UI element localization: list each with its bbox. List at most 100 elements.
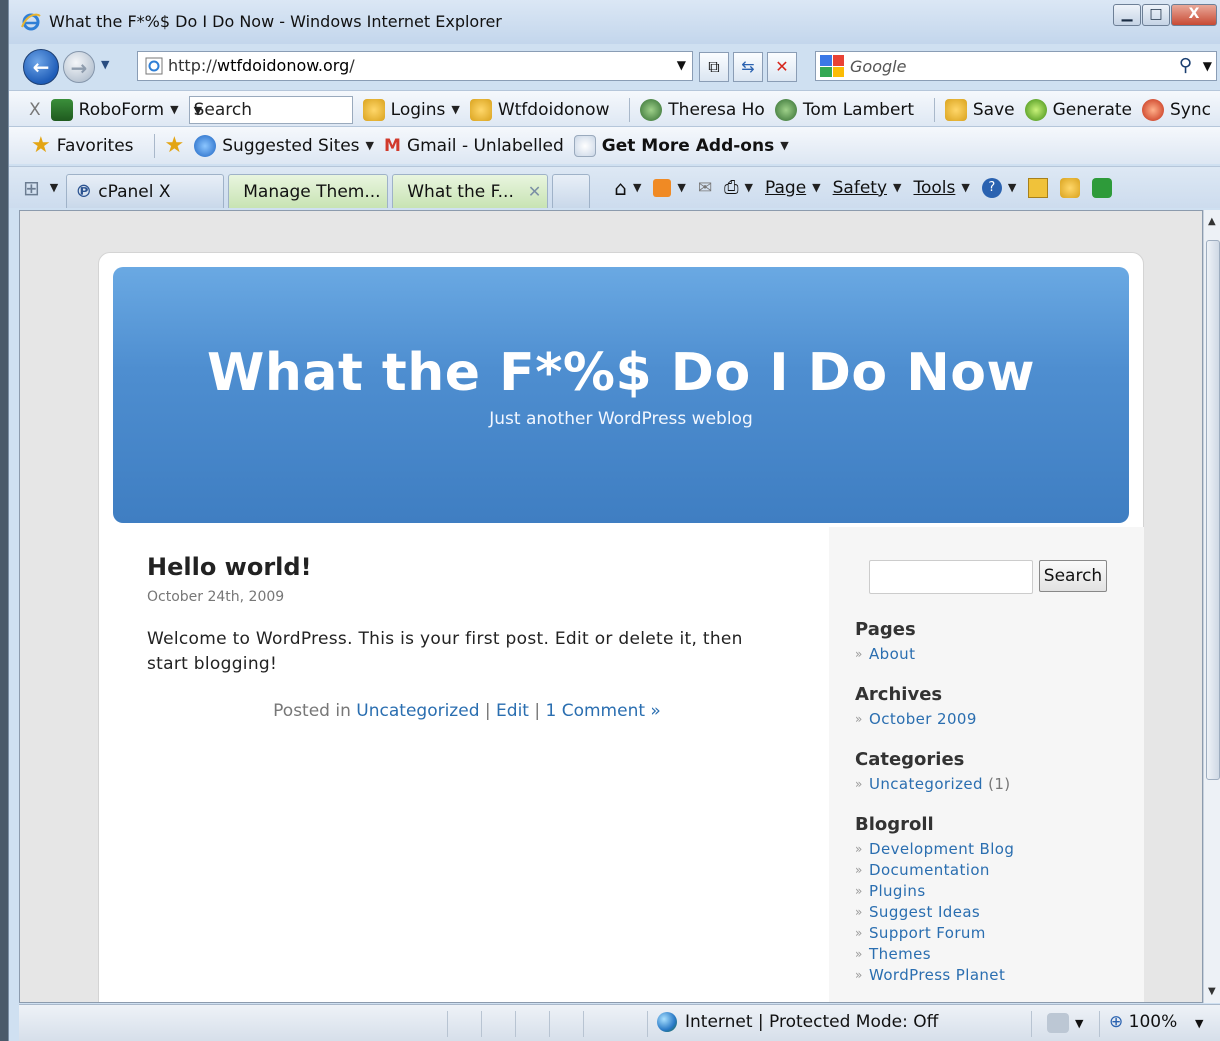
save-button[interactable]: Save bbox=[944, 98, 1015, 121]
tab-manage-themes[interactable]: Manage Them... bbox=[228, 174, 389, 208]
back-button[interactable]: ← bbox=[23, 49, 59, 85]
stop-button[interactable]: ✕ bbox=[767, 52, 797, 82]
zoom-dropdown-icon[interactable]: ▼ bbox=[1195, 1017, 1203, 1030]
research-button[interactable] bbox=[1028, 177, 1049, 198]
tab-list-dropdown-icon[interactable]: ▼ bbox=[50, 181, 58, 194]
close-tab-icon[interactable]: ✕ bbox=[528, 182, 541, 201]
security-zone[interactable]: Internet | Protected Mode: Off bbox=[657, 1012, 938, 1032]
search-icon[interactable]: ⚲ bbox=[1179, 55, 1192, 76]
get-more-addons-link[interactable]: Get More Add-ons ▼ bbox=[573, 134, 789, 157]
identity-tom-lambert[interactable]: Tom Lambert bbox=[774, 98, 914, 121]
sidebar: Search Pages About Archives October 2009… bbox=[829, 527, 1144, 1002]
ie-logo-icon bbox=[21, 13, 41, 31]
recent-pages-dropdown-icon[interactable]: ▼ bbox=[101, 58, 109, 71]
sidebar-search-button[interactable]: Search bbox=[1039, 560, 1107, 592]
logins-menu[interactable]: Logins ▼ bbox=[362, 98, 460, 121]
blogroll-link[interactable]: Documentation bbox=[855, 860, 1135, 881]
roboform-search-field[interactable]: Search ▼ bbox=[188, 95, 353, 124]
category-link-uncategorized[interactable]: Uncategorized bbox=[869, 775, 983, 793]
maximize-icon: □ bbox=[1149, 6, 1163, 22]
tab-cpanel[interactable]: ℗ cPanel X bbox=[66, 174, 225, 208]
generate-button[interactable]: Generate bbox=[1024, 98, 1132, 121]
maximize-button[interactable]: □ bbox=[1142, 4, 1170, 26]
page-menu[interactable]: Page ▼ bbox=[765, 178, 821, 198]
home-button[interactable]: ⌂ ▼ bbox=[614, 176, 641, 200]
tab-what-the[interactable]: What the F... ✕ bbox=[392, 174, 549, 208]
category-count: (1) bbox=[988, 775, 1011, 793]
status-divider bbox=[447, 1011, 448, 1037]
scrollbar-thumb[interactable] bbox=[1206, 240, 1220, 780]
passcard-wtfdoidonow[interactable]: Wtfdoidonow bbox=[469, 98, 610, 121]
pages-heading: Pages bbox=[855, 619, 916, 640]
url-host: wtfdoidonow.org bbox=[217, 56, 350, 75]
protected-mode-icon[interactable] bbox=[1047, 1013, 1069, 1033]
feeds-button[interactable]: ▼ bbox=[653, 178, 686, 197]
google-logo-icon bbox=[820, 55, 844, 77]
scroll-up-icon[interactable]: ▲ bbox=[1208, 216, 1216, 227]
safety-menu[interactable]: Safety ▼ bbox=[833, 178, 902, 198]
address-field[interactable]: http://wtfdoidonow.org/ ▼ bbox=[137, 51, 693, 81]
category-link[interactable]: Uncategorized bbox=[356, 701, 479, 721]
refresh-button[interactable]: ⇆ bbox=[733, 52, 763, 82]
gmail-link[interactable]: M Gmail - Unlabelled bbox=[384, 136, 564, 156]
window-title: What the F*%$ Do I Do Now - Windows Inte… bbox=[49, 12, 502, 31]
blogroll-link[interactable]: Development Blog bbox=[855, 839, 1135, 860]
status-bar: Internet | Protected Mode: Off ▼ ⊕ 100% … bbox=[19, 1004, 1220, 1041]
browser-window: What the F*%$ Do I Do Now - Windows Inte… bbox=[8, 0, 1220, 1041]
print-button[interactable]: ⎙ ▼ bbox=[724, 177, 753, 198]
site-header[interactable]: What the F*%$ Do I Do Now Just another W… bbox=[113, 267, 1129, 523]
tools-menu[interactable]: Tools ▼ bbox=[913, 178, 969, 198]
chevron-down-icon: ▼ bbox=[1007, 181, 1017, 194]
sync-button[interactable]: Sync bbox=[1142, 98, 1211, 121]
blogroll-link[interactable]: Support Forum bbox=[855, 923, 1135, 944]
scroll-down-icon[interactable]: ▼ bbox=[1208, 986, 1216, 997]
site-title[interactable]: What the F*%$ Do I Do Now bbox=[113, 343, 1129, 403]
minimize-button[interactable]: ▁ bbox=[1113, 4, 1141, 26]
new-tab-button[interactable] bbox=[552, 174, 591, 208]
zoom-level[interactable]: ⊕ 100% bbox=[1109, 1012, 1177, 1032]
roboform-extra-icon bbox=[1060, 177, 1081, 198]
search-options-dropdown-icon[interactable]: ▼ bbox=[1203, 59, 1212, 73]
post-title[interactable]: Hello world! bbox=[147, 553, 787, 581]
zoom-text: 100% bbox=[1128, 1012, 1178, 1032]
messenger-button[interactable] bbox=[1092, 177, 1113, 198]
roboform-icon bbox=[50, 98, 73, 121]
read-mail-button[interactable]: ✉ bbox=[698, 178, 712, 198]
roboform-menu[interactable]: RoboForm ▼ bbox=[50, 98, 179, 121]
page-link-about[interactable]: About bbox=[855, 644, 1135, 665]
generate-icon bbox=[1024, 98, 1047, 121]
chevron-down-icon[interactable]: ▼ bbox=[194, 104, 346, 117]
vertical-scrollbar[interactable]: ▲ ▼ bbox=[1203, 210, 1220, 1003]
suggested-sites-link[interactable]: Suggested Sites ▼ bbox=[194, 134, 374, 157]
forward-arrow-icon: → bbox=[70, 56, 88, 80]
address-dropdown-icon[interactable]: ▼ bbox=[677, 58, 686, 72]
chevron-down-icon[interactable]: ▼ bbox=[1075, 1017, 1083, 1030]
refresh-icon: ⇆ bbox=[741, 57, 755, 76]
blogroll-link[interactable]: Suggest Ideas bbox=[855, 902, 1135, 923]
gmail-label: Gmail - Unlabelled bbox=[406, 135, 564, 156]
forward-button[interactable]: → bbox=[63, 51, 95, 83]
comments-link[interactable]: 1 Comment » bbox=[546, 701, 661, 721]
archive-link-october-2009[interactable]: October 2009 bbox=[855, 709, 1135, 730]
url-suffix: / bbox=[349, 56, 355, 75]
roboform-extra-button[interactable] bbox=[1060, 177, 1081, 198]
search-field[interactable]: Google ⚲ ▼ bbox=[815, 51, 1217, 81]
identity-theresa-ho[interactable]: Theresa Ho bbox=[640, 98, 765, 121]
quick-tabs-button[interactable]: ⊞ bbox=[23, 176, 40, 200]
blogroll-link[interactable]: Themes bbox=[855, 944, 1135, 965]
blogroll-link[interactable]: WordPress Planet bbox=[855, 965, 1135, 986]
help-button[interactable]: ? ▼ bbox=[981, 177, 1017, 198]
sidebar-search-input[interactable] bbox=[869, 560, 1033, 594]
add-to-favorites-bar-button[interactable]: ★ bbox=[165, 133, 185, 158]
favorites-button[interactable]: ★ Favorites bbox=[31, 133, 134, 158]
add-favorite-icon: ★ bbox=[164, 133, 185, 158]
wordpress-page: What the F*%$ Do I Do Now Just another W… bbox=[98, 252, 1144, 1002]
status-divider bbox=[1031, 1011, 1032, 1037]
compatibility-view-button[interactable]: ⧉ bbox=[699, 52, 729, 82]
ie-page-icon bbox=[194, 134, 217, 157]
close-button[interactable]: X bbox=[1171, 4, 1217, 26]
edit-link[interactable]: Edit bbox=[496, 701, 529, 721]
close-toolbar-button[interactable]: X bbox=[29, 100, 41, 120]
passcard-label: Wtfdoidonow bbox=[497, 99, 610, 120]
blogroll-link[interactable]: Plugins bbox=[855, 881, 1135, 902]
